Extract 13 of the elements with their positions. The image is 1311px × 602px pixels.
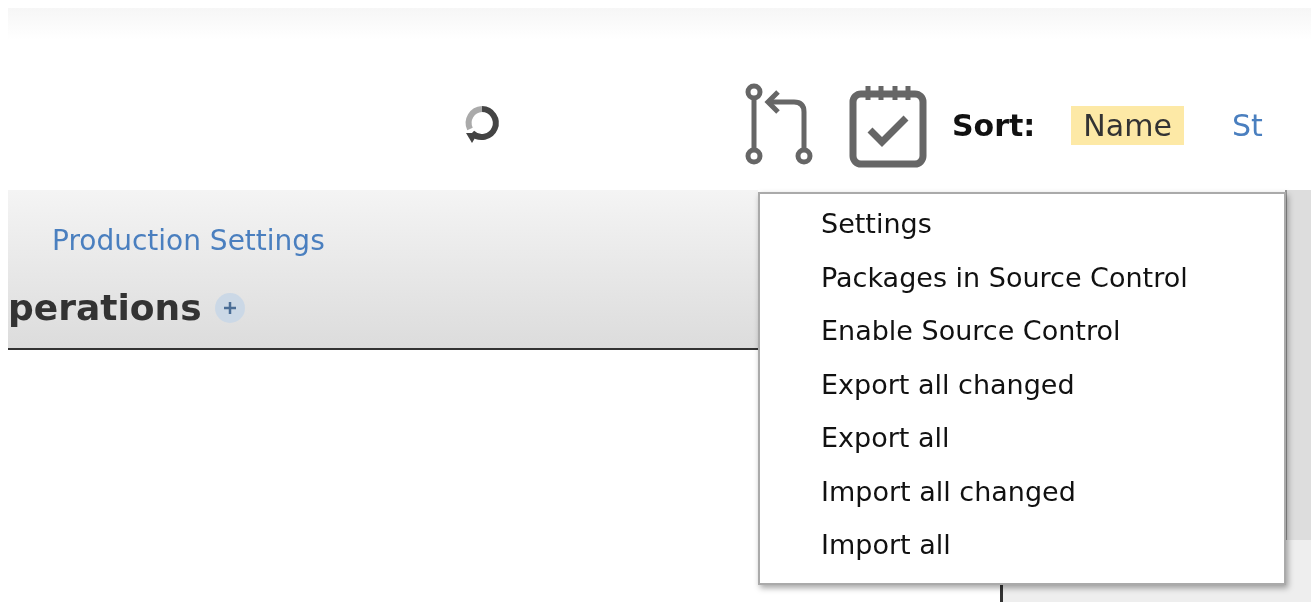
menu-item[interactable]: Import all changed [760, 475, 1284, 529]
add-icon[interactable] [213, 291, 246, 324]
sort-label: Sort: [952, 107, 1036, 143]
section-title: perations [8, 287, 202, 328]
sort-option[interactable]: St [1219, 105, 1275, 145]
menu-item[interactable]: Export all [760, 422, 1284, 476]
menu-item[interactable]: Settings [760, 208, 1284, 262]
menu-item[interactable]: Export all changed [760, 368, 1284, 422]
menu-item[interactable]: Enable Source Control [760, 315, 1284, 369]
sort-option[interactable]: Name [1071, 105, 1184, 145]
menu-item[interactable]: Import all [760, 529, 1284, 583]
production-settings-link[interactable]: Production Settings [52, 224, 758, 257]
menu-item[interactable]: Packages in Source Control [760, 261, 1284, 315]
